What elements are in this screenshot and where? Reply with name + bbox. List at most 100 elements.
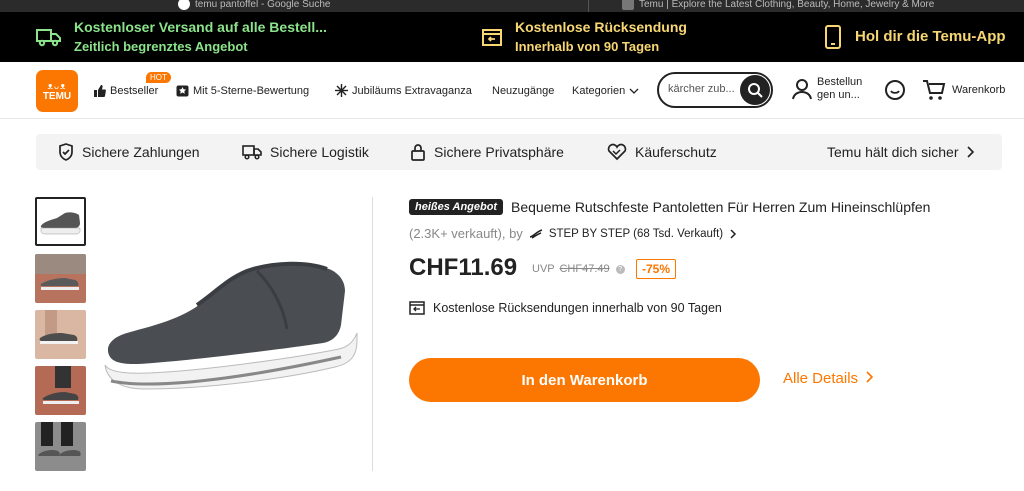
- trust-safe-link[interactable]: Temu hält dich sicher: [827, 134, 975, 170]
- promo-shipping-title: Kostenloser Versand auf alle Bestell...: [74, 19, 327, 35]
- product-thumbnail-1[interactable]: [35, 197, 86, 246]
- promo-app-label: Hol dir die Temu-App: [855, 28, 1006, 45]
- temu-favicon-icon: [622, 0, 634, 10]
- trust-safe-label: Temu hält dich sicher: [827, 144, 959, 160]
- cart-button[interactable]: Warenkorb: [922, 79, 1005, 101]
- all-details-link[interactable]: Alle Details: [783, 370, 874, 387]
- nav-anniversary[interactable]: Jubiläums Extravaganza: [335, 62, 472, 119]
- trust-payments-label: Sichere Zahlungen: [82, 144, 200, 160]
- truck-icon: [36, 29, 61, 47]
- chevron-right-icon: [866, 371, 874, 383]
- nav-bestseller[interactable]: Bestseller: [93, 62, 158, 119]
- trust-privacy-label: Sichere Privatsphäre: [434, 144, 564, 160]
- store-link[interactable]: STEP BY STEP (68 Tsd. Verkauft): [529, 228, 737, 240]
- product-thumbnail-4[interactable]: [35, 366, 86, 415]
- heart-hand-icon: [607, 143, 627, 161]
- trust-buyer-protection[interactable]: Käuferschutz: [607, 134, 717, 170]
- uvp-label: UVP: [532, 263, 555, 275]
- uvp-price: CHF47.49: [559, 263, 610, 275]
- trust-privacy[interactable]: Sichere Privatsphäre: [410, 134, 564, 170]
- product-sales-info: (2.3K+ verkauft), by STEP BY STEP (68 Ts…: [409, 226, 737, 241]
- chevron-down-icon: [629, 88, 639, 94]
- chat-smile-icon: [885, 80, 905, 100]
- search-button[interactable]: [740, 75, 770, 105]
- trust-bar: Sichere Zahlungen Sichere Logistik Siche…: [36, 134, 1002, 170]
- original-price: UVP CHF47.49 ?: [532, 263, 625, 275]
- free-returns-label: Kostenlose Rücksendungen innerhalb von 9…: [433, 301, 722, 315]
- browser-tab-temu[interactable]: Temu | Explore the Latest Clothing, Beau…: [622, 0, 934, 12]
- truck-icon: [242, 145, 262, 160]
- browser-tab-google[interactable]: temu pantoffel - Google Suche: [178, 0, 330, 12]
- promo-returns-title: Kostenlose Rücksendung: [515, 19, 687, 35]
- nav-categories[interactable]: Kategorien: [572, 62, 639, 119]
- nav-five-star[interactable]: Mit 5-Sterne-Bewertung: [176, 62, 309, 119]
- return-box-icon: [409, 301, 425, 315]
- free-returns-info: Kostenlose Rücksendungen innerhalb von 9…: [409, 300, 722, 316]
- shoe-photo-image: [35, 254, 86, 290]
- all-details-label: Alle Details: [783, 370, 859, 387]
- trust-logistics[interactable]: Sichere Logistik: [242, 134, 369, 170]
- discount-badge: -75%: [636, 259, 677, 279]
- trust-buyer-protection-label: Käuferschutz: [635, 144, 717, 160]
- promo-shipping-subtitle: Zeitlich begrenztes Angebot: [74, 39, 248, 54]
- nav-new-arrivals-label: Neuzugänge: [492, 84, 555, 97]
- google-favicon-icon: [178, 0, 190, 10]
- product-thumbnail-2[interactable]: [35, 254, 86, 303]
- store-logo-icon: [529, 228, 543, 239]
- orders-account[interactable]: Bestellun gen un...: [792, 76, 869, 102]
- current-price: CHF11.69: [409, 254, 518, 281]
- product-thumbnail-5[interactable]: [35, 422, 86, 471]
- orders-label-line1: Bestellun: [817, 76, 863, 88]
- promo-bar: Kostenloser Versand auf alle Bestell... …: [0, 12, 1024, 62]
- search-input[interactable]: kärcher zub...: [668, 83, 742, 95]
- search-box[interactable]: kärcher zub...: [657, 72, 773, 108]
- product-main-image[interactable]: [97, 197, 373, 471]
- logo-text: TEMU: [42, 91, 72, 102]
- search-icon: [748, 83, 763, 98]
- tab-divider: [588, 0, 589, 12]
- promo-get-app[interactable]: Hol dir die Temu-App: [823, 12, 1006, 62]
- cart-icon: [923, 80, 946, 100]
- browser-tab-strip: temu pantoffel - Google Suche Temu | Exp…: [0, 0, 1024, 12]
- star-badge-icon: [176, 85, 189, 96]
- chevron-right-icon: [966, 146, 974, 158]
- nav-categories-label: Kategorien: [572, 84, 626, 97]
- info-icon[interactable]: ?: [615, 264, 625, 274]
- shield-check-icon: [59, 143, 73, 161]
- sparkle-icon: [335, 84, 348, 97]
- slipper-image: [104, 261, 358, 390]
- promo-free-shipping[interactable]: Kostenloser Versand auf alle Bestell... …: [36, 12, 327, 62]
- nav-anniversary-label: Jubiläums Extravaganza: [352, 84, 472, 97]
- tab-title: temu pantoffel - Google Suche: [195, 0, 331, 10]
- promo-returns-subtitle: Innerhalb von 90 Tagen: [515, 39, 660, 54]
- shoe-photo-image: [42, 366, 79, 404]
- logo-symbols: ᴥᴗᴥ: [47, 81, 67, 91]
- cart-label: Warenkorb: [952, 84, 1006, 96]
- trust-payments[interactable]: Sichere Zahlungen: [58, 134, 200, 170]
- hot-deal-badge: heißes Angebot: [409, 199, 504, 215]
- user-icon: [792, 79, 812, 100]
- temu-logo[interactable]: ᴥᴗᴥ TEMU: [36, 70, 78, 112]
- lock-icon: [411, 144, 425, 161]
- phone-icon: [825, 25, 841, 49]
- trust-logistics-label: Sichere Logistik: [270, 144, 369, 160]
- return-box-icon: [482, 29, 502, 46]
- site-header: ᴥᴗᴥ TEMU HOT Bestseller Mit 5-Sterne-Bew…: [0, 62, 1024, 119]
- product-title: Bequeme Rutschfeste Pantoletten Für Herr…: [511, 199, 931, 215]
- tab-title: Temu | Explore the Latest Clothing, Beau…: [639, 0, 935, 10]
- shoe-photo-image: [39, 310, 78, 344]
- nav-five-star-label: Mit 5-Sterne-Bewertung: [193, 84, 310, 97]
- product-thumbnail-3[interactable]: [35, 310, 86, 359]
- nav-bestseller-label: Bestseller: [110, 84, 159, 97]
- shoe-photo-image: [38, 422, 81, 456]
- support-chat[interactable]: [884, 79, 906, 106]
- store-name: STEP BY STEP (68 Tsd. Verkauft): [548, 227, 724, 240]
- thumbs-up-icon: [94, 84, 106, 97]
- promo-free-returns[interactable]: Kostenlose Rücksendung Innerhalb von 90 …: [481, 12, 687, 62]
- chevron-right-icon: [730, 228, 737, 239]
- shoe-thumbnail-image: [40, 212, 81, 235]
- sold-count: (2.3K+ verkauft), by: [409, 226, 523, 241]
- add-to-cart-button[interactable]: In den Warenkorb: [409, 358, 760, 402]
- orders-label-line2: gen un...: [817, 89, 860, 101]
- nav-new-arrivals[interactable]: Neuzugänge: [492, 62, 554, 119]
